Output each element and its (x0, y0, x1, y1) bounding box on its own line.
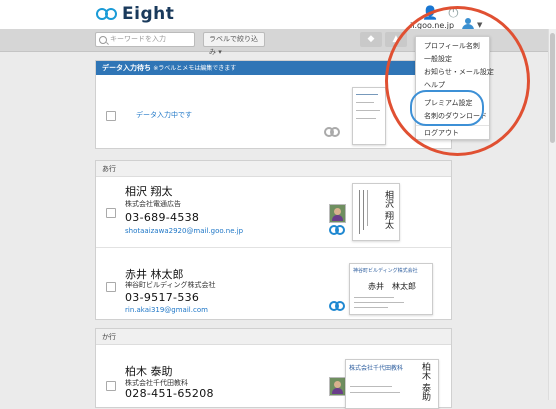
scrollbar-thumb[interactable] (550, 33, 555, 143)
eight-logo-text: Eight (122, 4, 175, 24)
select-checkbox[interactable] (106, 282, 116, 292)
group-header: あ行 (96, 161, 451, 177)
contact-phone: 03-689-4538 (125, 211, 200, 224)
search-input[interactable]: キーワードを入力 (95, 32, 195, 47)
pending-title: データ入力待ち (102, 64, 151, 72)
tag-icon[interactable]: ◆ (360, 32, 382, 47)
scrollbar[interactable] (548, 29, 556, 400)
contact-phone: 028-451-65208 (125, 387, 214, 400)
pending-note: ※ラベルとメモは編集できます (153, 65, 237, 72)
row-divider (96, 247, 451, 248)
card-name: 赤井 林太郎 (368, 282, 416, 291)
highlight-oval-blue (410, 90, 484, 126)
contact-company: 株式会社電通広告 (125, 200, 181, 208)
search-icon (99, 36, 107, 44)
group-header: か行 (96, 329, 451, 345)
contact-email[interactable]: shotaaizawa2920@mail.goo.ne.jp (125, 227, 243, 235)
contact-group: あ行 相沢 翔太 株式会社電通広告 03-689-4538 shotaaizaw… (95, 160, 452, 320)
pending-status: データ入力中です (136, 111, 192, 119)
eight-logo-mark-icon (96, 7, 119, 21)
contact-group: か行 柏木 泰助 株式会社千代田教科 028-451-65208 株式会社千代田… (95, 328, 452, 409)
business-card-image[interactable]: 神谷町ビルディング株式会社 赤井 林太郎 (349, 263, 433, 315)
contact-email[interactable]: rin.akai319@gmail.com (125, 306, 208, 314)
eight-link-icon[interactable] (329, 225, 345, 235)
eight-logo[interactable]: Eight (96, 4, 174, 24)
card-name: 柏木 泰助 (420, 362, 430, 401)
contact-phone: 03-9517-536 (125, 291, 200, 304)
contact-name[interactable]: 相沢 翔太 (125, 183, 173, 199)
label-filter-dropdown[interactable]: ラベルで絞り込み ▾ (203, 32, 265, 56)
search-placeholder: キーワードを入力 (110, 35, 166, 43)
business-card-image[interactable]: 相沢 翔太 (352, 183, 400, 241)
select-checkbox[interactable] (106, 381, 116, 391)
card-company: 株式会社千代田教科 (349, 365, 404, 372)
contact-name[interactable]: 柏木 泰助 (125, 363, 173, 379)
contact-photo (329, 204, 346, 223)
business-card-image[interactable] (352, 87, 386, 145)
contact-company: 神谷町ビルディング株式会社 (125, 281, 216, 289)
select-checkbox[interactable] (106, 208, 116, 218)
link-icon[interactable] (324, 127, 340, 137)
highlight-circle-red (385, 6, 530, 156)
select-checkbox[interactable] (106, 111, 116, 121)
business-card-image[interactable]: 株式会社千代田教科 柏木 泰助 (345, 359, 439, 409)
eight-link-icon[interactable] (329, 301, 345, 311)
card-company: 神谷町ビルディング株式会社 (353, 268, 418, 274)
card-name: 相沢 翔太 (383, 190, 393, 229)
contact-photo (329, 377, 346, 396)
